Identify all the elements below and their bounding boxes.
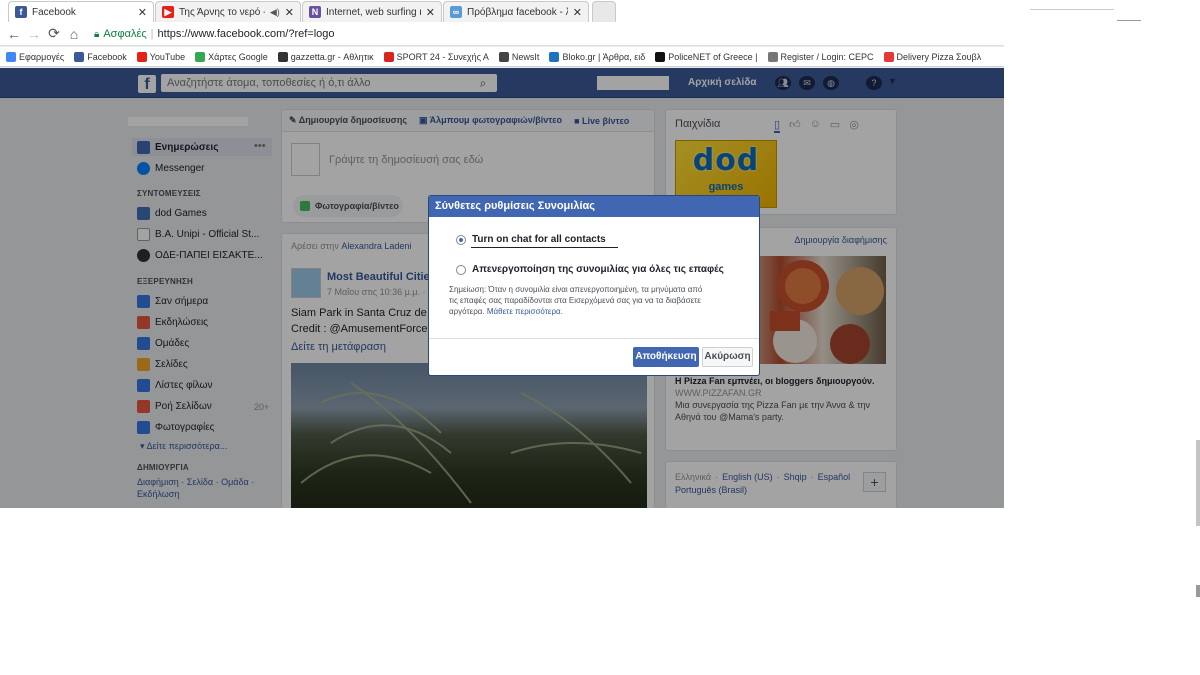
bookmark-icon — [6, 51, 16, 62]
secure-label: Ασφαλές — [103, 28, 147, 40]
bookmark-icon — [498, 51, 509, 62]
dialog-divider — [429, 338, 759, 339]
bookmark-label: NewsIt — [511, 51, 540, 62]
window-edge-strip — [1196, 585, 1200, 597]
lock-icon: 🔒︎ — [94, 28, 100, 40]
tab-title: Της Άρνης το νερό - — [179, 6, 265, 18]
bookmark-label: Bloko.gr | Άρθρα, ειδ — [562, 51, 646, 62]
youtube-icon: ▶ — [162, 6, 174, 18]
radio-turn-off-chat[interactable] — [456, 265, 466, 275]
site-icon: N — [309, 6, 321, 18]
forward-icon[interactable]: → — [24, 26, 44, 42]
bookmark-item[interactable]: PoliceNET of Greece | — [655, 51, 758, 62]
browser-window: f Facebook ✕ ▶ Της Άρνης το νερό - ◀) ✕ … — [0, 0, 1004, 508]
home-icon[interactable]: ⌂ — [64, 26, 84, 42]
bookmark-item[interactable]: Χάρτες Google — [195, 51, 268, 62]
bookmark-item[interactable]: gazzetta.gr - Αθλητικ — [277, 51, 374, 62]
forum-icon: ∞ — [450, 6, 462, 18]
bookmark-item[interactable]: Εφαρμογές — [6, 51, 65, 62]
bookmark-item[interactable]: SPORT 24 - Συνεχής Α — [383, 51, 489, 62]
bookmark-label: YouTube — [149, 51, 186, 62]
bookmarks-bar: Εφαρμογές Facebook YouTube Χάρτες Google gaz… — [0, 47, 1004, 67]
bookmark-label: Facebook — [87, 51, 127, 62]
bookmark-item[interactable]: NewsIt — [498, 51, 540, 62]
bookmark-icon — [767, 51, 778, 62]
bookmark-icon — [549, 51, 560, 62]
radio-turn-on-chat[interactable] — [456, 235, 466, 245]
bookmark-icon — [277, 51, 288, 62]
browser-tab-internet[interactable]: N Internet, web surfing και ✕ — [302, 1, 442, 22]
learn-more-link[interactable]: Μάθετε περισσότερα. — [487, 307, 563, 316]
bookmark-item[interactable]: Register / Login: CEPC — [767, 51, 874, 62]
dialog-note: Σημείωση: Όταν η συνομιλία είναι απενεργ… — [449, 284, 745, 317]
close-icon[interactable]: ✕ — [573, 6, 582, 19]
bookmark-label: gazzetta.gr - Αθλητικ — [290, 51, 374, 62]
bookmark-item[interactable]: Facebook — [74, 51, 127, 62]
note-line: τις επαφές σας παραδίδονται στα Εισερχόμ… — [449, 296, 701, 305]
close-icon[interactable]: ✕ — [138, 6, 147, 19]
note-line: Σημείωση: Όταν η συνομιλία είναι απενεργ… — [449, 285, 703, 294]
url-text: https://www.facebook.com/?ref=logo — [157, 28, 335, 40]
bookmark-label: SPORT 24 - Συνεχής Α — [396, 51, 489, 62]
window-edge-line — [1030, 9, 1114, 10]
bookmark-icon — [195, 51, 206, 62]
bookmark-label: Register / Login: CEPC — [780, 51, 874, 62]
save-button[interactable]: Αποθήκευση — [633, 347, 699, 367]
bookmark-icon — [74, 51, 85, 62]
bookmark-icon — [883, 51, 894, 62]
close-icon[interactable]: ✕ — [426, 6, 435, 19]
new-tab-button[interactable] — [592, 1, 616, 22]
url-divider: | — [150, 28, 154, 40]
bookmark-item[interactable]: Delivery Pizza Σουβλ — [883, 51, 982, 62]
bookmark-item[interactable]: Bloko.gr | Άρθρα, ειδ — [549, 51, 646, 62]
advanced-chat-settings-dialog: Σύνθετες ρυθμίσεις Συνομιλίας Turn on ch… — [428, 195, 760, 376]
note-line: αργότερα. Μάθετε περισσότερα. — [449, 306, 745, 317]
browser-tab-facebook[interactable]: f Facebook ✕ — [8, 1, 154, 22]
speaker-icon[interactable]: ◀) — [270, 7, 280, 18]
tab-title: Πρόβλημα facebook - λα — [467, 6, 568, 18]
dialog-title: Σύνθετες ρυθμίσεις Συνομιλίας — [429, 196, 759, 217]
window-edge-strip — [1196, 440, 1200, 526]
bookmark-label: Εφαρμογές — [19, 51, 65, 62]
bookmark-icon — [136, 51, 147, 62]
note-text: αργότερα. — [449, 307, 485, 316]
bookmark-label: Χάρτες Google — [208, 51, 268, 62]
browser-tab-forum[interactable]: ∞ Πρόβλημα facebook - λα ✕ — [443, 1, 589, 22]
tab-title: Facebook — [32, 6, 76, 18]
tab-title: Internet, web surfing και — [326, 6, 421, 18]
option-label[interactable]: Turn on chat for all contacts — [472, 234, 606, 245]
tab-strip: f Facebook ✕ ▶ Της Άρνης το νερό - ◀) ✕ … — [0, 0, 1004, 22]
back-icon[interactable]: ← — [4, 26, 24, 42]
option-label[interactable]: Απενεργοποίηση της συνομιλίας για όλες τ… — [472, 264, 724, 275]
browser-tab-youtube[interactable]: ▶ Της Άρνης το νερό - ◀) ✕ — [155, 1, 301, 22]
focus-underline — [471, 247, 618, 248]
cancel-button[interactable]: Ακύρωση — [702, 347, 753, 367]
bookmark-item[interactable]: YouTube — [136, 51, 186, 62]
facebook-icon: f — [15, 6, 27, 18]
window-edge-line — [1117, 20, 1141, 21]
reload-icon[interactable]: ⟳ — [44, 25, 64, 42]
bookmark-icon — [655, 51, 666, 62]
bookmark-icon — [383, 51, 394, 62]
close-icon[interactable]: ✕ — [285, 6, 294, 19]
address-bar-row: ← → ⟳ ⌂ 🔒︎ Ασφαλές | https://www.faceboo… — [0, 22, 1004, 46]
bookmark-label: PoliceNET of Greece | — [668, 51, 758, 62]
bookmark-label: Delivery Pizza Σουβλ — [896, 51, 982, 62]
url-field[interactable]: 🔒︎ Ασφαλές | https://www.facebook.com/?r… — [94, 25, 1002, 43]
